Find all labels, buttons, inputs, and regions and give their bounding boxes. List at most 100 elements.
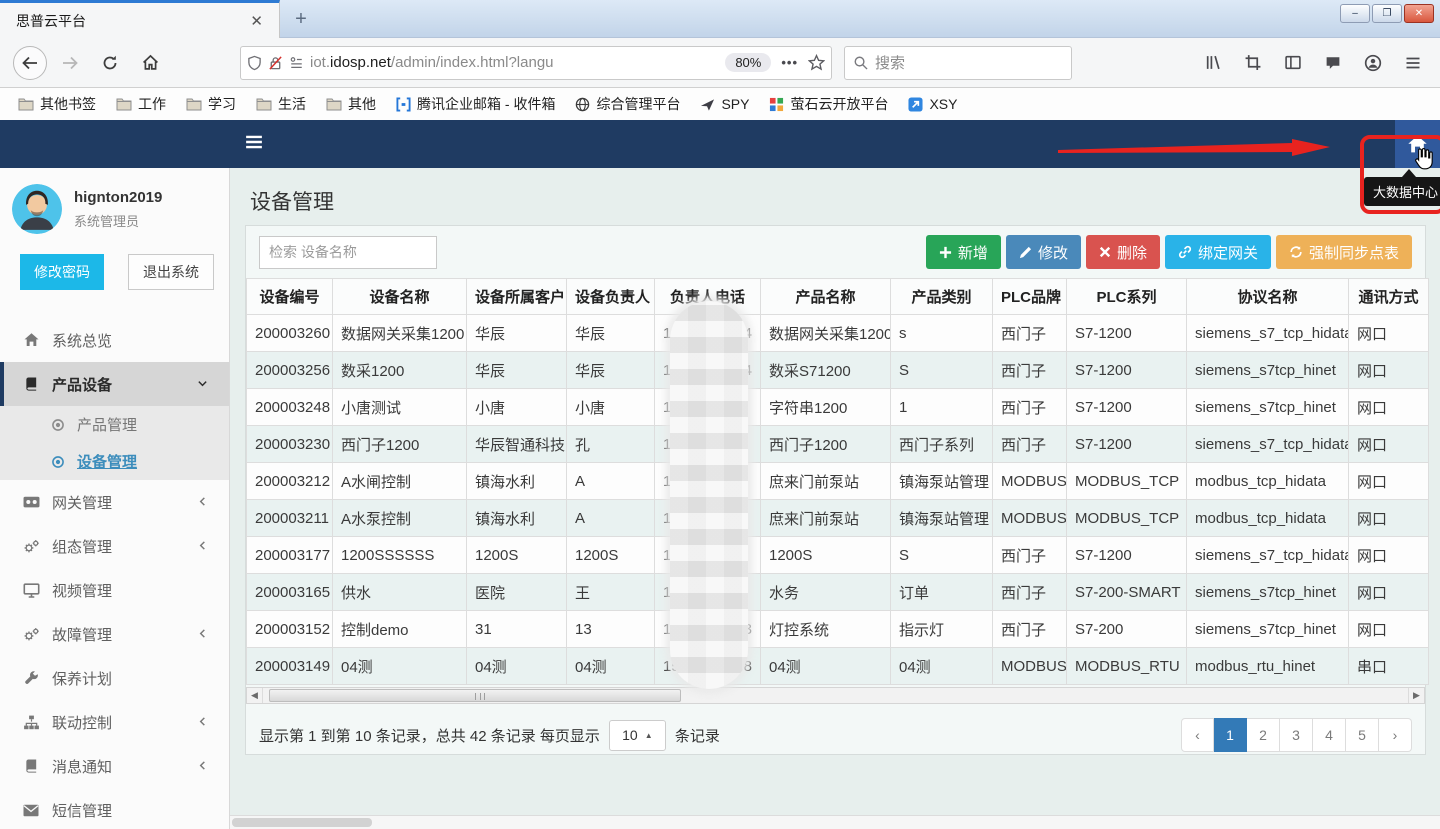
bookmark-item[interactable]: SPY [692, 93, 757, 115]
bookmark-item[interactable]: 萤石云开放平台 [761, 91, 896, 117]
sidebar-item-系统总览[interactable]: 系统总览 [0, 318, 229, 362]
bookmark-item[interactable]: 腾讯企业邮箱 - 收件箱 [388, 91, 563, 117]
删除-button[interactable]: 删除 [1086, 235, 1160, 269]
sidebar-item-视频管理[interactable]: 视频管理 [0, 568, 229, 612]
maximize-button[interactable]: ❐ [1372, 4, 1402, 23]
sidebar-item-联动控制[interactable]: 联动控制 [0, 700, 229, 744]
tracking-shield-icon[interactable] [247, 55, 262, 71]
pager-page-3[interactable]: 3 [1280, 718, 1313, 752]
column-header[interactable]: 设备所属客户 [467, 279, 567, 315]
bookmark-item[interactable]: 工作 [108, 91, 174, 117]
bookmark-star-icon[interactable] [808, 54, 825, 71]
column-header[interactable]: 设备名称 [333, 279, 467, 315]
cell-device-id: 200003256 [247, 352, 333, 389]
column-header[interactable]: 通讯方式 [1349, 279, 1429, 315]
sidebar-item-产品设备[interactable]: 产品设备 [0, 362, 229, 406]
table-row[interactable]: 20000314904测04测04测153804测04测MODBUSMODBUS… [247, 648, 1429, 685]
bookmark-item[interactable]: 学习 [178, 91, 244, 117]
pager-next[interactable]: › [1379, 718, 1412, 752]
page-scrollbar-thumb[interactable] [232, 818, 372, 827]
folder-icon [326, 97, 342, 111]
scroll-right-arrow-icon[interactable]: ▶ [1408, 688, 1424, 703]
cell-plc-series: S7-1200 [1067, 426, 1187, 463]
minimize-button[interactable]: – [1340, 4, 1370, 23]
sidebar-item-设备管理[interactable]: 设备管理 [0, 443, 229, 480]
pager-prev[interactable]: ‹ [1181, 718, 1214, 752]
logout-button[interactable]: 退出系统 [128, 254, 214, 290]
table-horizontal-scrollbar[interactable]: ◀ ▶ [246, 687, 1425, 704]
url-bar[interactable]: iot.idosp.net/admin/index.html?langu 80%… [240, 46, 832, 80]
column-header[interactable]: 设备负责人 [567, 279, 655, 315]
cell-device-name: A水泵控制 [333, 500, 467, 537]
menu-hamburger-icon[interactable] [1404, 55, 1422, 71]
table-row[interactable]: 200003256数采1200华辰华辰184数采S71200S西门子S7-120… [247, 352, 1429, 389]
pager-page-2[interactable]: 2 [1247, 718, 1280, 752]
cell-owner: 华辰 [567, 352, 655, 389]
强制同步点表-button[interactable]: 强制同步点表 [1276, 235, 1412, 269]
sidebar-item-保养计划[interactable]: 保养计划 [0, 656, 229, 700]
zoom-level-badge[interactable]: 80% [725, 53, 771, 72]
table-row[interactable]: 200003211A水泵控制镇海水利A13庶来门前泵站镇海泵站管理MODBUSM… [247, 500, 1429, 537]
table-row[interactable]: 200003152控制demo3113153灯控系统指示灯西门子S7-200si… [247, 611, 1429, 648]
table-row[interactable]: 200003165供水医院王18水务订单西门子S7-200-SMARTsieme… [247, 574, 1429, 611]
change-password-button[interactable]: 修改密码 [20, 254, 104, 290]
sidebar-item-消息通知[interactable]: 消息通知 [0, 744, 229, 788]
column-header[interactable]: 协议名称 [1187, 279, 1349, 315]
column-header[interactable]: 产品类别 [891, 279, 993, 315]
sidebar-toggle-icon[interactable] [1284, 54, 1302, 71]
table-row[interactable]: 200003248小唐测试小唐小唐13字符串12001西门子S7-1200sie… [247, 389, 1429, 426]
bookmark-item[interactable]: 其他 [318, 91, 384, 117]
page-actions-icon[interactable]: ••• [777, 55, 802, 70]
url-text[interactable]: iot.idosp.net/admin/index.html?langu [310, 54, 719, 71]
column-header[interactable]: 产品名称 [761, 279, 891, 315]
page-size-select[interactable]: 10 ▲ [609, 720, 666, 751]
library-icon[interactable] [1204, 54, 1222, 71]
new-tab-button[interactable]: + [288, 8, 314, 31]
sidebar-item-短信管理[interactable]: 短信管理 [0, 788, 229, 829]
绑定网关-button[interactable]: 绑定网关 [1165, 235, 1271, 269]
column-header[interactable]: 设备编号 [247, 279, 333, 315]
bookmark-item[interactable]: 综合管理平台 [567, 91, 688, 117]
scrollbar-thumb[interactable] [269, 689, 681, 702]
cell-protocol: siemens_s7_tcp_hidata [1187, 537, 1349, 574]
avatar[interactable] [12, 184, 62, 234]
table-row[interactable]: 200003260数据网关采集1200华辰华辰1804数据网关采集1200s西门… [247, 315, 1429, 352]
sidebar-item-产品管理[interactable]: 产品管理 [0, 406, 229, 443]
pager-page-5[interactable]: 5 [1346, 718, 1379, 752]
sidebar-item-label: 故障管理 [52, 624, 112, 645]
bookmark-item[interactable]: 生活 [248, 91, 314, 117]
tab-close-icon[interactable]: ✕ [244, 10, 269, 32]
sidebar-item-故障管理[interactable]: 故障管理 [0, 612, 229, 656]
close-button[interactable]: ✕ [1404, 4, 1434, 23]
screenshot-crop-icon[interactable] [1244, 54, 1262, 71]
bookmark-item[interactable]: 其他书签 [10, 91, 104, 117]
back-button[interactable] [13, 46, 47, 80]
table-row[interactable]: 200003212A水闸控制镇海水利A13庶来门前泵站镇海泵站管理MODBUSM… [247, 463, 1429, 500]
sidebar-item-组态管理[interactable]: 组态管理 [0, 524, 229, 568]
insecure-lock-icon[interactable] [268, 55, 283, 71]
scroll-left-arrow-icon[interactable]: ◀ [247, 688, 263, 703]
pager-page-4[interactable]: 4 [1313, 718, 1346, 752]
修改-button[interactable]: 修改 [1006, 235, 1081, 269]
sidebar-item-网关管理[interactable]: 网关管理 [0, 480, 229, 524]
bookmark-item[interactable]: XSY [900, 93, 965, 115]
browser-search[interactable]: 搜索 [844, 46, 1072, 80]
site-permissions-icon[interactable] [289, 56, 304, 70]
table-row[interactable]: 200003230西门子1200华辰智通科技孔15西门子1200西门子系列西门子… [247, 426, 1429, 463]
pager-page-1[interactable]: 1 [1214, 718, 1247, 752]
browser-tab[interactable]: 思普云平台 ✕ [0, 0, 280, 38]
cell-protocol: modbus_tcp_hidata [1187, 500, 1349, 537]
新增-button[interactable]: 新增 [926, 235, 1001, 269]
column-header[interactable]: PLC品牌 [993, 279, 1067, 315]
reload-button[interactable] [93, 46, 127, 80]
cell-customer: 华辰 [467, 315, 567, 352]
table-row[interactable]: 2000031771200SSSSSS1200S1200S151200SS西门子… [247, 537, 1429, 574]
account-icon[interactable] [1364, 54, 1382, 72]
device-search-input[interactable] [259, 236, 437, 269]
home-button[interactable] [133, 46, 167, 80]
forward-button[interactable] [53, 46, 87, 80]
big-data-center-button[interactable] [1395, 120, 1440, 168]
messages-bubble-icon[interactable] [1324, 54, 1342, 71]
column-header[interactable]: PLC系列 [1067, 279, 1187, 315]
sidebar-collapse-icon[interactable] [244, 133, 264, 151]
